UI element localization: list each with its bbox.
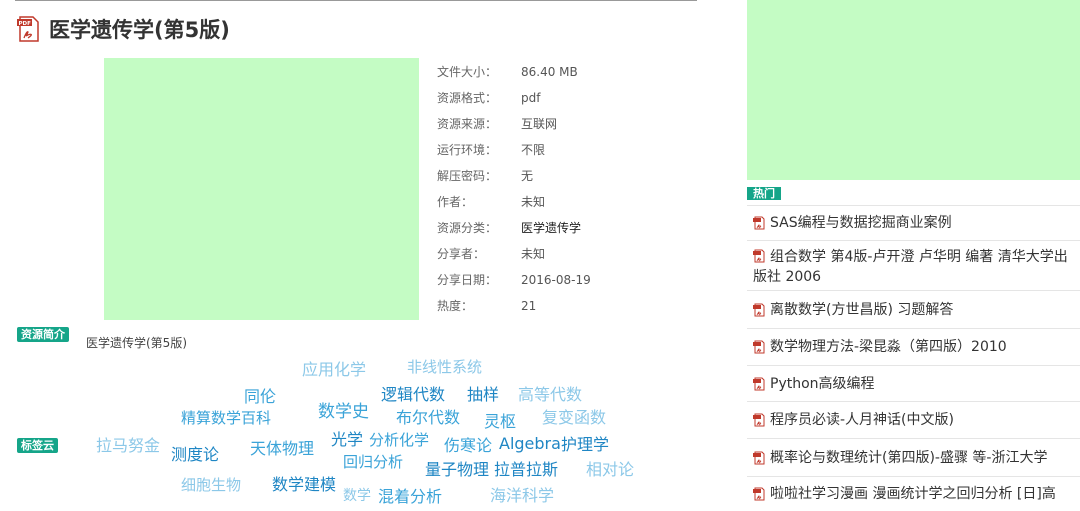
detail-row: 解压密码： 无 — [437, 163, 591, 189]
tag-link[interactable]: 相对论 — [586, 456, 634, 480]
tag-link[interactable]: 混着分析 — [378, 483, 442, 507]
pdf-icon — [753, 451, 766, 465]
tag-link[interactable]: 精算数学百科 — [181, 407, 271, 428]
hot-badge: 热门 — [747, 187, 781, 200]
detail-value: 不限 — [521, 143, 546, 157]
detail-value: 86.40 MB — [521, 65, 578, 79]
detail-value: 2016-08-19 — [521, 273, 591, 287]
hot-item[interactable]: 概率论与数理统计(第四版)-盛骤 等-浙江大学 — [747, 438, 1080, 476]
intro-text: 医学遗传学(第5版) — [86, 336, 187, 350]
detail-row: 热度： 21 — [437, 293, 591, 319]
tag-link[interactable]: 拉马努金 — [96, 432, 160, 456]
detail-label: 资源来源： — [437, 117, 498, 131]
tag-link[interactable]: Algebra — [499, 434, 561, 453]
tag-link[interactable]: 布尔代数 — [396, 404, 460, 428]
hot-item[interactable]: SAS编程与数据挖掘商业案例 — [747, 205, 1080, 240]
title-block: PDF 医学遗传学(第5版) — [17, 14, 230, 44]
tag-link[interactable]: 分析化学 — [369, 429, 429, 450]
detail-value: 无 — [521, 169, 534, 183]
hot-item-label[interactable]: 程序员必读-人月神话(中文版) — [770, 410, 954, 430]
detail-row: 文件大小： 86.40 MB — [437, 59, 591, 85]
detail-row: 资源分类： 医学遗传学 — [437, 215, 591, 241]
hot-list: SAS编程与数据挖掘商业案例组合数学 第4版-卢开澄 卢华明 编著 清华大学出版… — [747, 205, 1080, 511]
hot-item-label[interactable]: Python高级编程 — [770, 374, 875, 394]
tag-link[interactable]: 非线性系统 — [407, 356, 482, 377]
detail-row: 运行环境： 不限 — [437, 137, 591, 163]
detail-row: 资源来源： 互联网 — [437, 111, 591, 137]
detail-label: 资源格式： — [437, 91, 498, 105]
pdf-icon — [753, 303, 766, 317]
cover-image — [104, 58, 419, 320]
tag-link[interactable]: 拉普拉斯 — [494, 456, 558, 480]
detail-label: 分享日期： — [437, 273, 498, 287]
pdf-icon — [753, 413, 766, 427]
detail-label: 文件大小： — [437, 65, 498, 79]
hot-item[interactable]: 啦啦社学习漫画 漫画统计学之回归分析 [日]高 — [747, 476, 1080, 511]
hot-item[interactable]: 离散数学(方世昌版) 习题解答 — [747, 290, 1080, 328]
detail-label: 热度： — [437, 299, 474, 313]
detail-label: 解压密码： — [437, 169, 498, 183]
pdf-icon — [753, 216, 766, 230]
tag-link[interactable]: 光学 — [331, 426, 363, 450]
detail-row: 资源格式： pdf — [437, 85, 591, 111]
detail-label: 分享者： — [437, 247, 486, 261]
hot-item-label[interactable]: 概率论与数理统计(第四版)-盛骤 等-浙江大学 — [770, 448, 1047, 468]
page-title: 医学遗传学(第5版) — [49, 18, 230, 42]
detail-value: 未知 — [521, 247, 546, 261]
tag-link[interactable]: 抽样 — [467, 381, 499, 405]
hot-item-label[interactable]: SAS编程与数据挖掘商业案例 — [770, 213, 952, 233]
resource-details: 文件大小： 86.40 MB 资源格式： pdf 资源来源： 互联网运行环境： 不限解压密码… — [437, 59, 591, 319]
hot-item-label[interactable]: 离散数学(方世昌版) 习题解答 — [770, 300, 953, 320]
hot-item-label[interactable]: 组合数学 第4版-卢开澄 卢华明 编著 清华大学出版社 2006 — [753, 249, 1068, 285]
detail-label: 作者： — [437, 195, 474, 209]
detail-row: 分享者： 未知 — [437, 241, 591, 267]
detail-label: 运行环境： — [437, 143, 498, 157]
pdf-icon: PDF — [17, 16, 41, 42]
detail-value: pdf — [521, 91, 541, 105]
svg-text:PDF: PDF — [19, 21, 32, 27]
tag-link[interactable]: 回归分析 — [343, 451, 403, 472]
tag-link[interactable]: 灵枢 — [484, 408, 516, 432]
tag-link[interactable]: 护理学 — [561, 431, 609, 455]
tag-link[interactable]: 同伦 — [244, 383, 276, 407]
pdf-icon — [753, 340, 766, 354]
pdf-icon — [753, 377, 766, 391]
detail-value[interactable]: 医学遗传学 — [521, 215, 581, 241]
tag-link[interactable]: 伤寒论 — [444, 432, 492, 456]
detail-label: 资源分类： — [437, 221, 498, 235]
tag-link[interactable]: 高等代数 — [518, 381, 582, 405]
detail-row: 分享日期： 2016-08-19 — [437, 267, 591, 293]
tag-link[interactable]: 数学 — [343, 485, 371, 505]
tag-link[interactable]: 量子物理 — [425, 456, 489, 480]
hot-item-label[interactable]: 啦啦社学习漫画 漫画统计学之回归分析 [日]高 — [770, 484, 1056, 504]
tag-link[interactable]: 复变函数 — [542, 404, 606, 428]
detail-value: 21 — [521, 299, 537, 313]
tag-link[interactable]: 逻辑代数 — [381, 381, 445, 405]
tag-link[interactable]: 细胞生物 — [181, 474, 241, 495]
detail-value: 未知 — [521, 195, 546, 209]
detail-value: 互联网 — [521, 117, 558, 131]
hot-item[interactable]: Python高级编程 — [747, 365, 1080, 401]
hot-item[interactable]: 组合数学 第4版-卢开澄 卢华明 编著 清华大学出版社 2006 — [747, 240, 1080, 290]
hot-item[interactable]: 数学物理方法-梁昆淼（第四版）2010 — [747, 328, 1080, 365]
detail-row: 作者： 未知 — [437, 189, 591, 215]
hot-item[interactable]: 程序员必读-人月神话(中文版) — [747, 401, 1080, 438]
tag-link[interactable]: 测度论 — [171, 441, 219, 465]
tag-link[interactable]: 天体物理 — [250, 435, 314, 459]
tagcloud-badge: 标签云 — [17, 438, 58, 453]
tag-link[interactable]: 数学建模 — [272, 471, 336, 495]
hot-item-label[interactable]: 数学物理方法-梁昆淼（第四版）2010 — [770, 337, 1007, 357]
tag-link[interactable]: 应用化学 — [302, 356, 366, 380]
tag-link[interactable]: 海洋科学 — [490, 482, 554, 506]
tag-link[interactable]: 数学史 — [318, 397, 369, 422]
intro-badge: 资源简介 — [17, 327, 69, 342]
pdf-icon — [753, 249, 766, 263]
ad-placeholder — [747, 0, 1080, 180]
top-divider — [15, 0, 697, 1]
